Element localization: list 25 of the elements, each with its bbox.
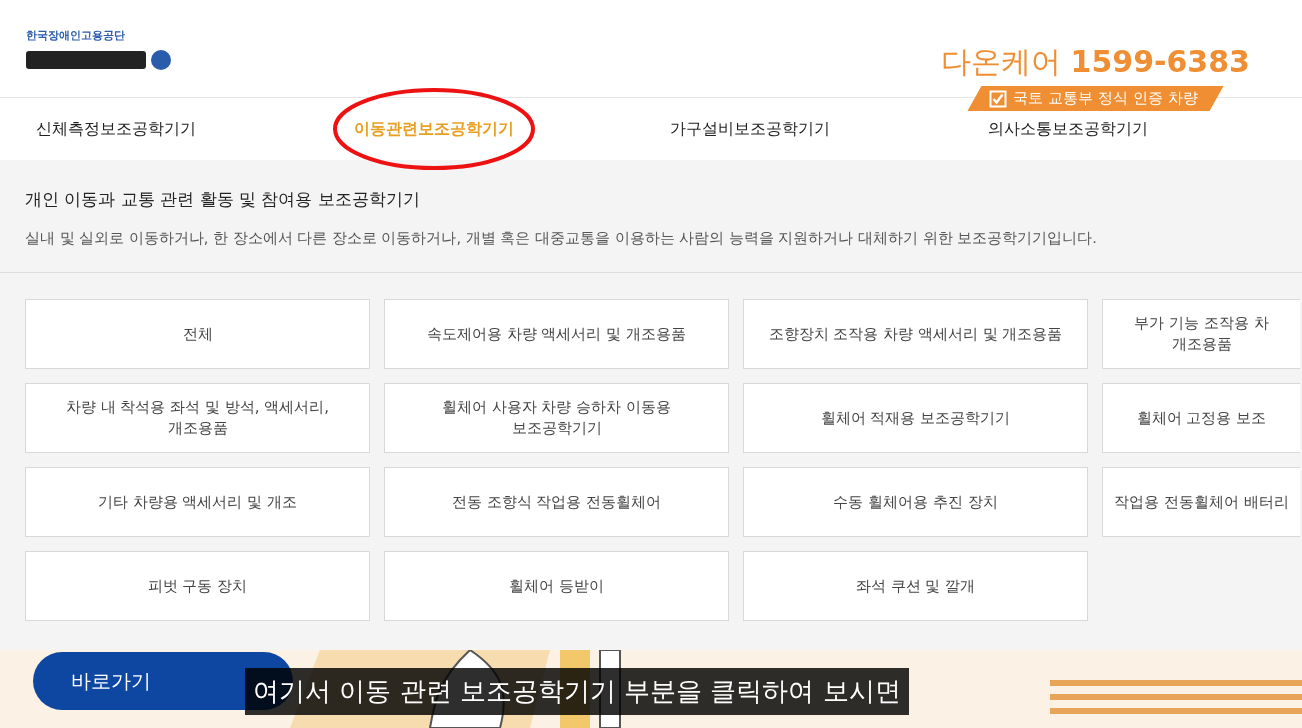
subcategory-card[interactable]: 수동 휠체어용 추진 장치: [743, 467, 1088, 537]
subcategory-card[interactable]: 휠체어 고정용 보조: [1102, 383, 1300, 453]
subtitle-caption: 여기서 이동 관련 보조공학기기 부분을 클릭하여 보시면: [245, 668, 909, 715]
subcategory-card[interactable]: 기타 차량용 액세서리 및 개조: [25, 467, 370, 537]
subcategory-card[interactable]: 조향장치 조작용 차량 액세서리 및 개조용품: [743, 299, 1088, 369]
subcategory-card[interactable]: 차량 내 착석용 좌석 및 방석, 액세서리, 개조용품: [25, 383, 370, 453]
category-title: 개인 이동과 교통 관련 활동 및 참여용 보조공학기기: [25, 188, 421, 211]
subcategory-card[interactable]: 좌석 쿠션 및 깔개: [743, 551, 1088, 621]
certification-badge: 국토 교통부 정식 인증 차량: [967, 86, 1224, 111]
subcategory-card[interactable]: 휠체어 등받이: [384, 551, 729, 621]
nav-tab[interactable]: 의사소통보조공학기기: [978, 112, 1158, 146]
subcategory-card[interactable]: 휠체어 사용자 차량 승하차 이동용 보조공학기기: [384, 383, 729, 453]
nav-tab[interactable]: 신체측정보조공학기기: [26, 112, 206, 146]
site-logo[interactable]: 한국장애인고용공단: [26, 28, 176, 73]
category-description: 실내 및 실외로 이동하거나, 한 장소에서 다른 장소로 이동하거나, 개별 혹은 대중교통을 이용하는 사람의 능력을 지원하거나 대체하기 위한 보조공학기기입니다.: [25, 229, 1098, 248]
logo-org-name: 한국장애인고용공단: [26, 28, 126, 43]
subcategory-card[interactable]: 전동 조향식 작업용 전동휠체어: [384, 467, 729, 537]
subcategory-card[interactable]: 전체: [25, 299, 370, 369]
subcategory-card[interactable]: 속도제어용 차량 액세서리 및 개조용품: [384, 299, 729, 369]
nav-tab[interactable]: 가구설비보조공학기기: [660, 112, 840, 146]
subcategory-card[interactable]: 휠체어 적재용 보조공학기기: [743, 383, 1088, 453]
subcategory-card[interactable]: 부가 기능 조작용 차 개조용품: [1102, 299, 1300, 369]
hotline-text: 다온케어 1599-6383: [941, 43, 1250, 81]
subcategory-card[interactable]: 피벗 구동 장치: [25, 551, 370, 621]
subcategory-card[interactable]: 작업용 전동휠체어 배터리: [1102, 467, 1300, 537]
